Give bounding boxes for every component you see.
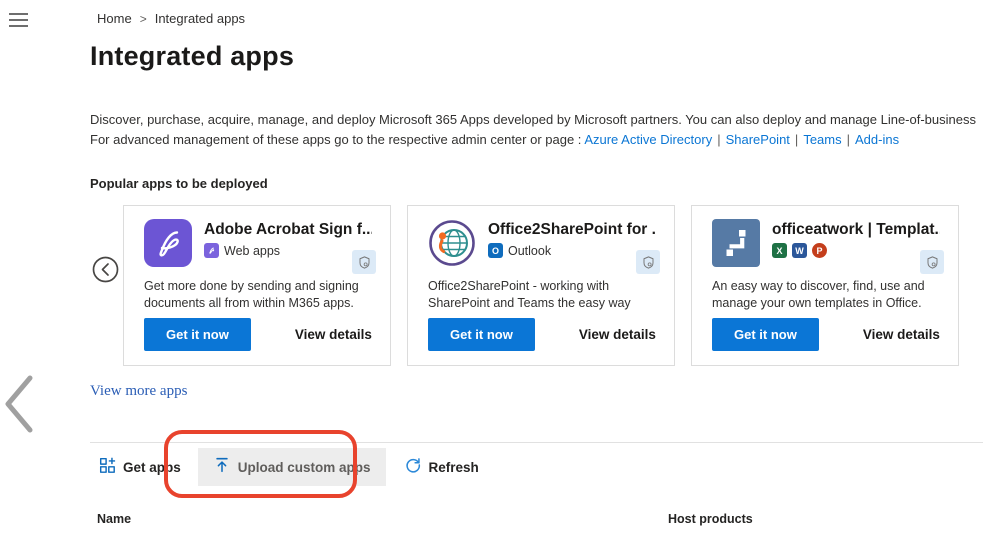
get-it-now-button[interactable]: Get it now: [712, 318, 819, 351]
carousel-previous-icon[interactable]: [92, 256, 119, 283]
column-header-name[interactable]: Name: [97, 512, 668, 526]
certified-badge-icon: [636, 250, 660, 274]
officeatwork-logo-icon: [712, 219, 760, 267]
link-separator: |: [847, 132, 850, 147]
get-apps-label: Get apps: [123, 460, 181, 475]
apps-table-header: Name Host products: [97, 512, 983, 526]
refresh-icon: [404, 456, 422, 479]
page-title: Integrated apps: [90, 41, 294, 72]
link-separator: |: [717, 132, 720, 147]
adobe-acrobat-logo-icon: [144, 219, 192, 267]
get-it-now-button[interactable]: Get it now: [144, 318, 251, 351]
get-it-now-button[interactable]: Get it now: [428, 318, 535, 351]
view-more-apps-link[interactable]: View more apps: [90, 383, 187, 400]
description-line1: Discover, purchase, acquire, manage, and…: [90, 110, 983, 130]
upload-icon: [213, 456, 231, 479]
certified-badge-icon: [352, 250, 376, 274]
popular-apps-heading: Popular apps to be deployed: [90, 176, 268, 191]
office2sharepoint-logo-icon: [428, 219, 476, 267]
app-card-title: Adobe Acrobat Sign f...: [204, 221, 372, 239]
breadcrumb-current: Integrated apps: [155, 11, 245, 26]
link-sharepoint[interactable]: SharePoint: [726, 132, 790, 147]
get-apps-icon: [98, 456, 116, 479]
word-icon: W: [792, 243, 807, 258]
get-apps-button[interactable]: Get apps: [90, 448, 189, 486]
app-card-description: Office2SharePoint - working with SharePo…: [428, 278, 658, 312]
description-line2-text: For advanced management of these apps go…: [90, 132, 581, 147]
page-description: Discover, purchase, acquire, manage, and…: [90, 110, 983, 150]
hamburger-menu-icon[interactable]: [9, 13, 29, 28]
certified-badge-icon: [920, 250, 944, 274]
view-details-link[interactable]: View details: [579, 327, 656, 342]
breadcrumb: Home > Integrated apps: [97, 11, 245, 26]
app-host-label: Web apps: [224, 244, 280, 258]
app-card-adobe-acrobat-sign: Adobe Acrobat Sign f... Web apps Get mor…: [123, 205, 391, 366]
view-details-link[interactable]: View details: [863, 327, 940, 342]
page-previous-chevron-icon[interactable]: [2, 374, 34, 439]
upload-custom-apps-label: Upload custom apps: [238, 460, 371, 475]
link-azure-active-directory[interactable]: Azure Active Directory: [584, 132, 712, 147]
web-apps-icon: [204, 243, 219, 258]
refresh-button[interactable]: Refresh: [396, 448, 487, 486]
breadcrumb-home-link[interactable]: Home: [97, 11, 132, 26]
apps-toolbar: Get apps Upload custom apps Refresh: [90, 448, 487, 486]
app-card-title: officeatwork | Templat...: [772, 221, 940, 239]
description-line2: For advanced management of these apps go…: [90, 130, 983, 150]
toolbar-divider: [90, 442, 983, 443]
upload-custom-apps-button[interactable]: Upload custom apps: [198, 448, 386, 486]
app-card-title: Office2SharePoint for ...: [488, 221, 656, 239]
app-host-label: Outlook: [508, 244, 551, 258]
link-separator: |: [795, 132, 798, 147]
view-details-link[interactable]: View details: [295, 327, 372, 342]
app-card-office2sharepoint: Office2SharePoint for ... O Outlook Offi…: [407, 205, 675, 366]
column-header-host-products[interactable]: Host products: [668, 512, 753, 526]
excel-icon: X: [772, 243, 787, 258]
popular-apps-carousel: Adobe Acrobat Sign f... Web apps Get mor…: [123, 205, 959, 366]
app-card-description: Get more done by sending and signing doc…: [144, 278, 374, 312]
refresh-label: Refresh: [429, 460, 479, 475]
app-card-description: An easy way to discover, find, use and m…: [712, 278, 942, 312]
powerpoint-icon: P: [812, 243, 827, 258]
breadcrumb-separator: >: [140, 12, 147, 26]
link-teams[interactable]: Teams: [803, 132, 841, 147]
outlook-icon: O: [488, 243, 503, 258]
app-card-officeatwork: officeatwork | Templat... X W P An easy …: [691, 205, 959, 366]
link-add-ins[interactable]: Add-ins: [855, 132, 899, 147]
